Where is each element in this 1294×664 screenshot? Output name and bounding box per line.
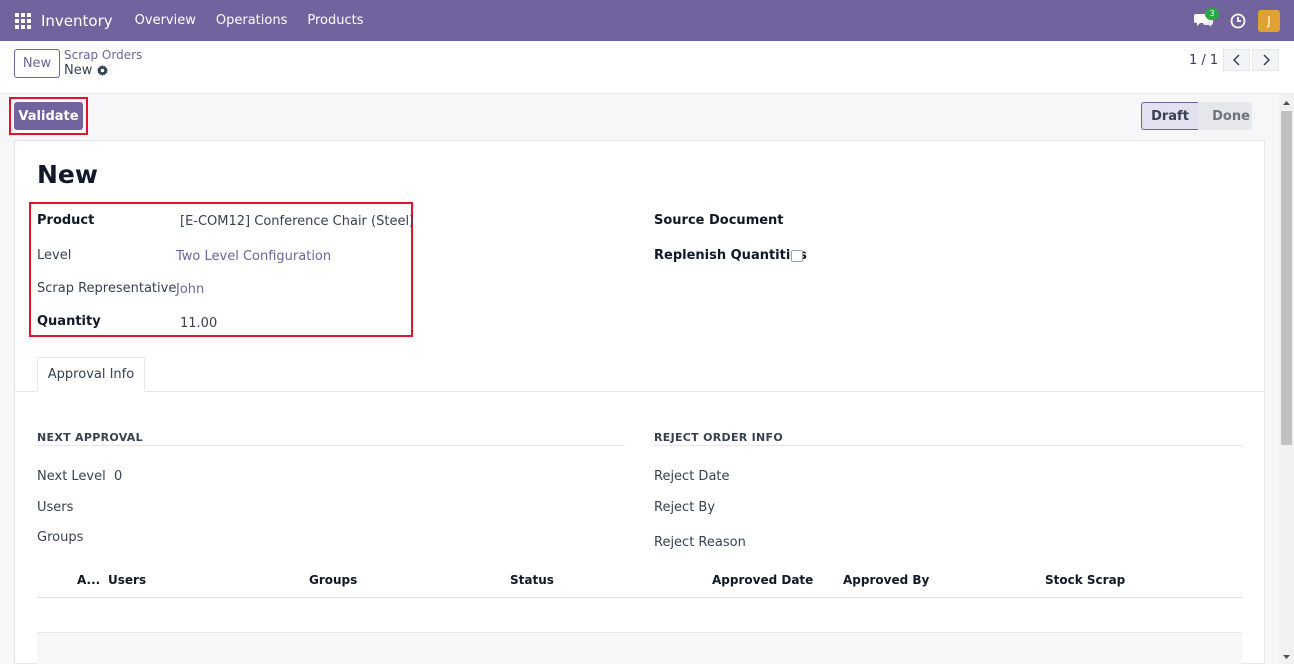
status-bar: Draft Done (1141, 102, 1252, 130)
chat-badge: 3 (1205, 7, 1219, 20)
level-label: Level (37, 248, 72, 263)
level-field[interactable]: Two Level Configuration (176, 249, 331, 264)
reject-reason-label: Reject Reason (654, 535, 746, 550)
groups-label: Groups (37, 530, 84, 545)
app-brand[interactable]: Inventory (41, 12, 113, 30)
product-field[interactable]: [E-COM12] Conference Chair (Steel) (180, 214, 414, 229)
tab-approval-info[interactable]: Approval Info (37, 357, 145, 392)
quantity-field[interactable]: 11.00 (180, 316, 217, 331)
clock-icon[interactable] (1230, 13, 1246, 29)
scrap-representative-label: Scrap Representative (37, 281, 177, 296)
record-title: New (64, 63, 93, 78)
app-grid-icon[interactable] (15, 12, 31, 29)
column-header-users[interactable]: Users (108, 573, 146, 587)
replenish-quantities-label: Replenish Quantities (654, 248, 807, 263)
source-document-label: Source Document (654, 213, 784, 228)
pager-value[interactable]: 1 / 1 (1189, 53, 1218, 68)
menu-products[interactable]: Products (297, 13, 373, 28)
column-header-status[interactable]: Status (510, 573, 554, 587)
menu-overview[interactable]: Overview (125, 13, 206, 28)
top-navbar: Inventory Overview Operations Products 3… (0, 0, 1294, 41)
chat-icon[interactable]: 3 (1194, 7, 1219, 31)
scrollbar-thumb[interactable] (1281, 111, 1292, 445)
column-header-approved-date[interactable]: Approved Date (712, 573, 813, 587)
scroll-up-arrow-icon[interactable] (1281, 97, 1292, 107)
navbar-systray: 3 J (1194, 0, 1280, 41)
reject-order-info-divider (654, 445, 1242, 446)
next-level-value: 0 (114, 469, 123, 484)
tab-divider (15, 391, 1264, 392)
reject-date-label: Reject Date (654, 469, 730, 484)
control-panel: New Scrap Orders New 1 / 1 (0, 41, 1294, 94)
form-title: New (37, 160, 98, 189)
reject-order-info-title: REJECT ORDER INFO (654, 431, 784, 444)
product-label: Product (37, 213, 95, 228)
new-button[interactable]: New (14, 49, 60, 78)
validate-button[interactable]: Validate (14, 102, 83, 130)
next-approval-divider (37, 445, 625, 446)
status-done[interactable]: Done (1198, 102, 1252, 130)
menu-operations[interactable]: Operations (206, 13, 297, 28)
chevron-left-icon (1232, 54, 1240, 66)
column-header-stock-scrap[interactable]: Stock Scrap (1045, 573, 1125, 587)
reject-by-label: Reject By (654, 500, 716, 515)
next-level-label: Next Level (37, 469, 106, 484)
next-approval-title: NEXT APPROVAL (37, 431, 143, 444)
breadcrumb-scrap-orders[interactable]: Scrap Orders (64, 48, 142, 62)
gear-icon[interactable] (97, 65, 108, 76)
pager-next-button[interactable] (1252, 49, 1279, 71)
pager-previous-button[interactable] (1223, 49, 1250, 71)
table-header-divider (37, 597, 1242, 598)
user-avatar[interactable]: J (1258, 9, 1280, 32)
table-body (37, 632, 1242, 664)
column-header-groups[interactable]: Groups (309, 573, 357, 587)
scroll-down-arrow-icon[interactable] (1281, 651, 1292, 661)
column-header-approval-level[interactable]: A... (77, 573, 100, 587)
replenish-quantities-checkbox[interactable] (791, 250, 803, 262)
status-draft[interactable]: Draft (1141, 102, 1198, 130)
quantity-label: Quantity (37, 314, 101, 329)
scrap-representative-field[interactable]: John (176, 282, 204, 297)
column-header-approved-by[interactable]: Approved By (843, 573, 929, 587)
users-label: Users (37, 500, 74, 515)
chevron-right-icon (1262, 54, 1270, 66)
